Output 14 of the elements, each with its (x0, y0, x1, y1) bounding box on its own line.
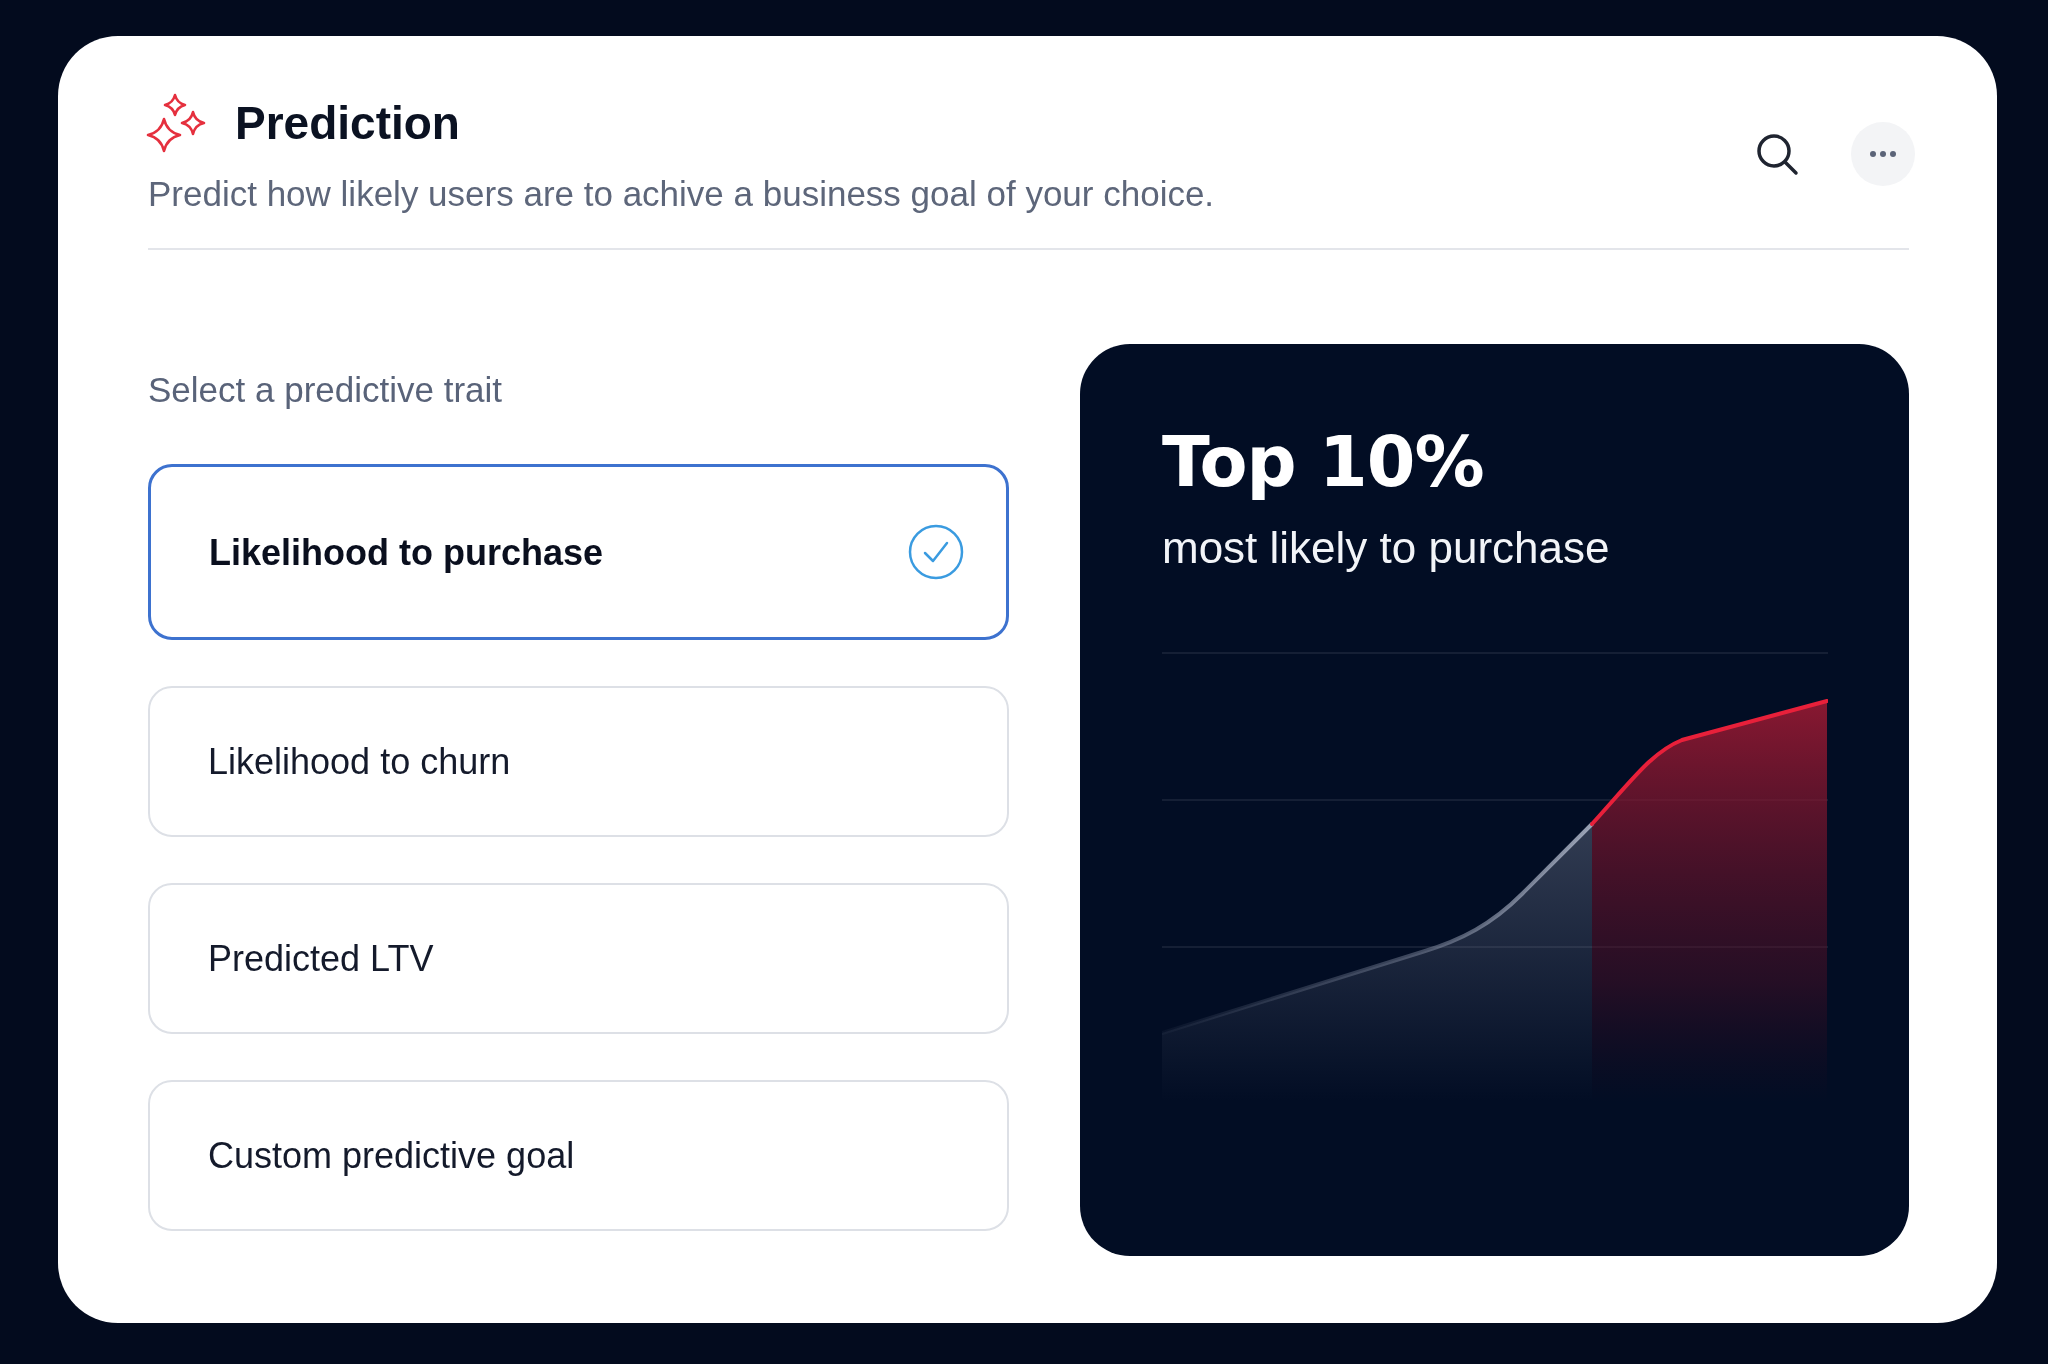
trait-option[interactable]: Likelihood to churn (148, 686, 1009, 837)
check-circle-icon (908, 524, 964, 580)
trait-option[interactable]: Predicted LTV (148, 883, 1009, 1034)
more-icon (1870, 150, 1896, 157)
sparkle-icon (146, 92, 206, 154)
page-title: Prediction (235, 95, 460, 151)
section-label: Select a predictive trait (148, 369, 504, 411)
insight-caption: most likely to purchase (1162, 522, 1611, 574)
trait-option[interactable]: Custom predictive goal (148, 1080, 1009, 1231)
page-description: Predict how likely users are to achive a business goal of your choice. (148, 173, 1215, 215)
search-icon (1755, 131, 1799, 176)
insight-headline: Top 10% (1162, 424, 1485, 501)
search-button[interactable] (1755, 131, 1799, 176)
trait-option[interactable]: Likelihood to purchase (148, 464, 1009, 640)
